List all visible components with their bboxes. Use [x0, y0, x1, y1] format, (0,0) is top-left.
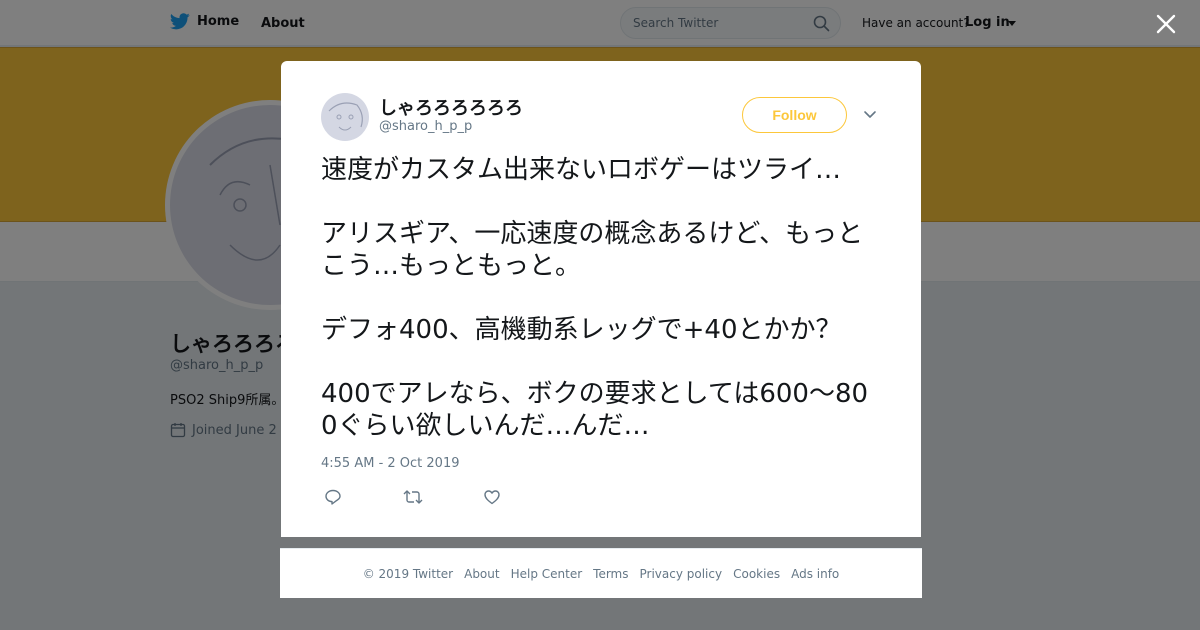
tweet-text: 速度がカスタム出来ないロボゲーはツライ… アリスギア、一応速度の概念あるけど、も…	[321, 155, 869, 441]
follow-button[interactable]: Follow	[742, 97, 847, 133]
tweet-timestamp[interactable]: 4:55 AM - 2 Oct 2019	[321, 456, 460, 471]
close-icon[interactable]	[1152, 10, 1180, 38]
footer-link-help-center[interactable]: Help Center	[511, 567, 583, 581]
tweet-modal: しゃろろろろろろ @sharo_h_p_p Follow 速度がカスタム出来ない…	[281, 61, 921, 537]
like-icon[interactable]	[483, 488, 501, 506]
footer-link-terms[interactable]: Terms	[593, 567, 628, 581]
footer-link-about[interactable]: About	[464, 567, 499, 581]
tweet-author-handle[interactable]: @sharo_h_p_p	[379, 119, 472, 134]
reply-icon[interactable]	[324, 488, 342, 506]
footer-link-privacy[interactable]: Privacy policy	[640, 567, 723, 581]
retweet-icon[interactable]	[403, 488, 423, 506]
footer-link-cookies[interactable]: Cookies	[733, 567, 780, 581]
tweet-author-name[interactable]: しゃろろろろろろ	[379, 94, 523, 120]
footer-link-ads-info[interactable]: Ads info	[791, 567, 839, 581]
footer-copyright: © 2019 Twitter	[362, 566, 454, 581]
tweet-avatar[interactable]	[321, 93, 369, 141]
chevron-down-icon[interactable]	[863, 108, 877, 122]
footer-links: © 2019 Twitter About Help Center Terms P…	[280, 548, 922, 598]
